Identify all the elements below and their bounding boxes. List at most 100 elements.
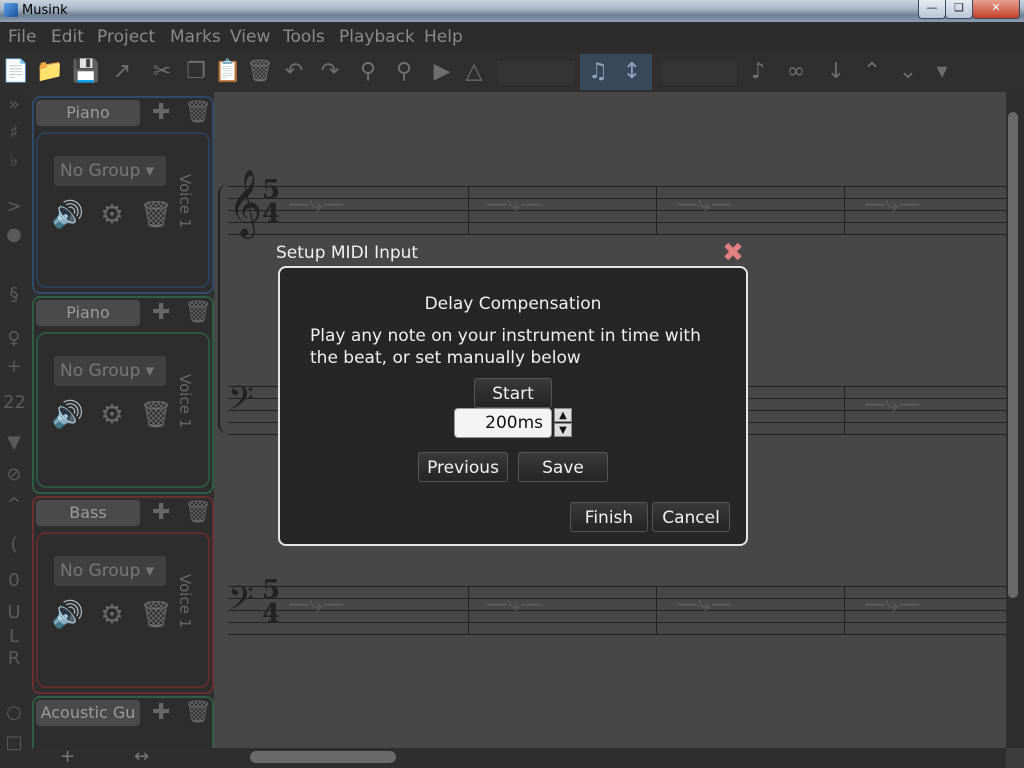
menu-tools[interactable]: Tools [283,27,325,47]
zoom-in-icon[interactable]: ⚲ [390,58,418,86]
group-label: No Group [60,161,141,181]
group-dropdown[interactable]: No Group ▾ [54,556,166,586]
menu-playback[interactable]: Playback [339,27,415,47]
open-folder-icon[interactable]: 📁 [36,58,64,86]
segno-icon[interactable]: § [3,284,25,305]
zoom-out-icon[interactable]: ⚲ [354,58,382,86]
finish-button[interactable]: Finish [570,502,648,532]
number-icon[interactable]: 22 [3,392,26,413]
previous-button[interactable]: Previous [418,452,508,482]
instrument-name[interactable]: Acoustic Gu [36,700,140,726]
midi-setup-dialog: Delay Compensation Play any note on your… [278,266,748,546]
resize-horizontal-icon[interactable]: ↔ [134,746,149,767]
close-window-button[interactable]: ✕ [972,0,1020,19]
horizontal-scroll-thumb[interactable] [250,751,396,763]
volume-icon[interactable]: 🔊 [46,200,90,230]
copy-icon[interactable]: ❐ [182,58,210,86]
trash-icon[interactable]: 🗑 [184,301,212,325]
decrement-icon[interactable]: ▼ [554,423,572,437]
sharp-icon[interactable]: ♯ [3,122,25,143]
group-dropdown[interactable]: No Group ▾ [54,356,166,386]
cancel-button[interactable]: Cancel [652,502,730,532]
new-file-icon[interactable]: 📄 [2,58,30,86]
collapse-icon[interactable]: » [3,94,25,115]
square-icon[interactable]: □ [3,732,25,753]
increment-icon[interactable]: ▲ [554,408,572,422]
trash-icon[interactable]: 🗑 [134,600,178,630]
export-icon[interactable]: ↗ [108,58,136,86]
toolbar-dropdown-2[interactable] [660,59,738,87]
menu-view[interactable]: View [230,27,270,47]
arrow-down-icon[interactable]: ↓ [822,58,850,86]
toolbar: 📄 📁 💾 ↗ ✂ ❐ 📋 🗑 ↶ ↷ ⚲ ⚲ ▶ △ ♫ ↕ ♪ ∞ ↓ ⌃ … [0,52,1024,93]
triangle-icon[interactable]: ▼ [3,432,25,453]
metronome-icon[interactable]: △ [460,58,488,86]
flat-icon[interactable]: ♭ [3,150,25,171]
note-visibility-icon[interactable]: ♫ [584,58,612,86]
volume-icon[interactable]: 🔊 [46,600,90,630]
chevron-down-icon[interactable]: ⌄ [894,58,922,86]
menu-help[interactable]: Help [424,27,463,47]
letter-u-icon[interactable]: U [3,602,25,623]
instrument-name[interactable]: Bass [36,500,140,526]
maximize-button[interactable]: ❑ [945,0,973,19]
close-icon[interactable]: ✖ [720,240,746,266]
trash-icon[interactable]: 🗑 [184,701,212,725]
paren-icon[interactable]: ( [3,534,25,555]
volume-icon[interactable]: 🔊 [46,400,90,430]
dot-icon[interactable]: ● [3,224,25,245]
start-button[interactable]: Start [474,378,552,408]
instrument-name[interactable]: Piano [36,300,140,326]
expand-icon[interactable]: ▾ [928,58,956,86]
time-signature: 54 [262,575,281,629]
menu-project[interactable]: Project [97,27,155,47]
cut-icon[interactable]: ✂ [148,58,176,86]
rest-icon: —⤷— [864,192,921,217]
paste-icon[interactable]: 📋 [214,58,242,86]
female-symbol-icon[interactable]: ♀ [3,328,25,349]
group-dropdown[interactable]: No Group ▾ [54,156,166,186]
caret-icon[interactable]: ^ [3,494,25,515]
slash-circle-icon[interactable]: ⊘ [3,464,25,485]
redo-icon[interactable]: ↷ [316,58,344,86]
play-icon[interactable]: ▶ [428,58,456,86]
note-spacing-icon[interactable]: ↕ [618,58,646,86]
add-icon[interactable]: ✚ [152,301,170,325]
trash-icon[interactable]: 🗑 [184,501,212,525]
settings-gear-icon[interactable]: ⚙ [90,200,134,230]
trash-icon[interactable]: 🗑 [134,200,178,230]
accent-icon[interactable]: > [3,196,25,217]
menu-marks[interactable]: Marks [170,27,221,47]
voice-label: Voice 1 [176,374,194,429]
plus-icon[interactable]: + [3,356,25,377]
articulation-icon[interactable]: ∞ [782,58,810,86]
rest-icon: —⤷— [676,192,733,217]
add-icon[interactable]: ✚ [152,101,170,125]
save-button[interactable]: Save [518,452,608,482]
menu-file[interactable]: File [8,27,36,47]
menubar: File Edit Project Marks View Tools Playb… [0,22,1024,52]
add-icon[interactable]: ✚ [152,701,170,725]
delay-input[interactable]: 200ms [454,408,552,438]
arrow-up-icon[interactable]: ⌃ [858,58,886,86]
vertical-scroll-thumb[interactable] [1008,112,1018,598]
settings-gear-icon[interactable]: ⚙ [90,600,134,630]
save-icon[interactable]: 💾 [72,58,100,86]
add-instrument-icon[interactable]: + [60,746,75,767]
circle-icon[interactable]: ○ [3,702,25,723]
minimize-button[interactable]: — [918,0,946,19]
undo-icon[interactable]: ↶ [280,58,308,86]
delete-icon[interactable]: 🗑 [246,58,274,86]
letter-r-icon[interactable]: R [3,648,25,669]
toolbar-dropdown-1[interactable] [496,59,576,87]
letter-o-icon[interactable]: 0 [3,570,25,591]
instrument-name[interactable]: Piano [36,100,140,126]
letter-l-icon[interactable]: L [3,626,25,647]
voice-controls: 🔊 ⚙ 🗑 [46,400,178,430]
trash-icon[interactable]: 🗑 [184,101,212,125]
settings-gear-icon[interactable]: ⚙ [90,400,134,430]
add-icon[interactable]: ✚ [152,501,170,525]
stems-icon[interactable]: ♪ [744,58,772,86]
trash-icon[interactable]: 🗑 [134,400,178,430]
menu-edit[interactable]: Edit [51,27,84,47]
